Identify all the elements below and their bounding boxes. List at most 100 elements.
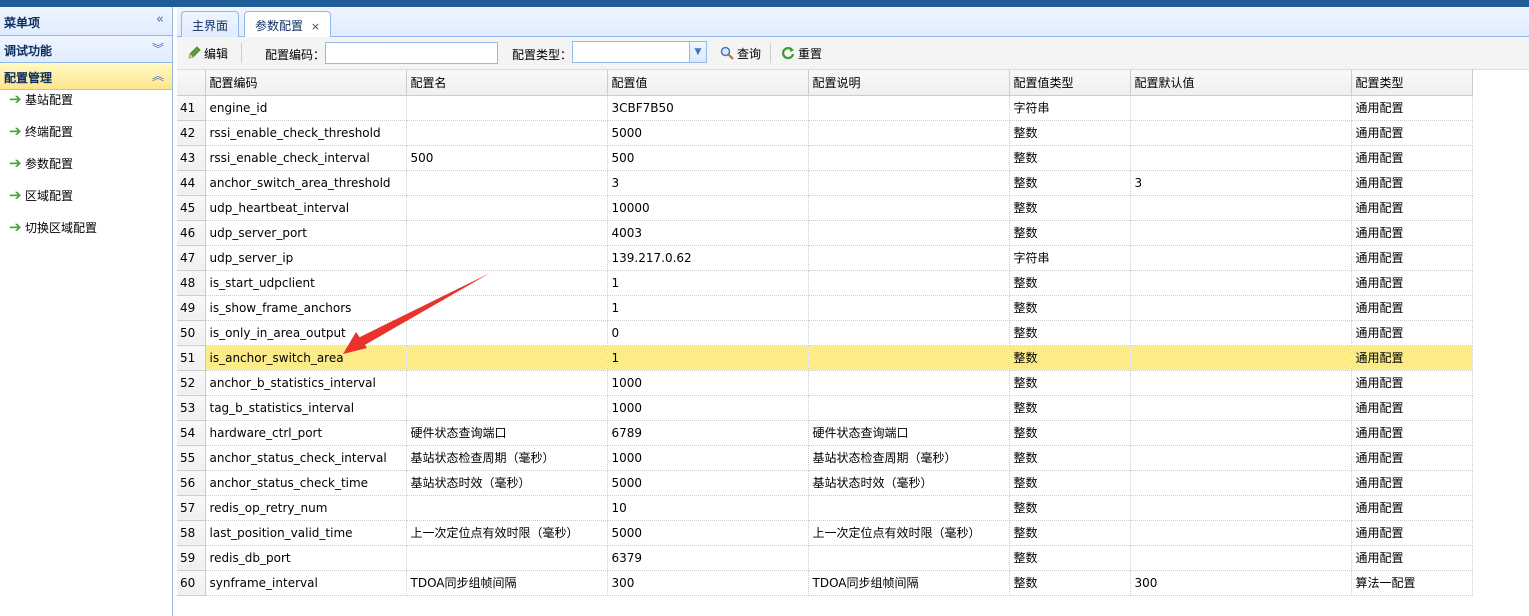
table-cell[interactable]: 基站状态检查周期（毫秒） [406, 445, 608, 471]
table-cell[interactable]: 整数 [1009, 295, 1131, 321]
table-cell[interactable]: 通用配置 [1351, 370, 1473, 396]
column-header[interactable]: 配置名 [406, 70, 608, 96]
table-cell[interactable]: 通用配置 [1351, 345, 1473, 371]
table-cell[interactable]: 139.217.0.62 [607, 245, 809, 271]
table-row[interactable]: 56 anchor_status_check_time 基站状态时效（毫秒） 5000… [177, 470, 1473, 496]
table-cell[interactable]: 通用配置 [1351, 495, 1473, 521]
table-cell[interactable]: 500 [607, 145, 809, 171]
table-cell[interactable] [1130, 520, 1352, 546]
column-header[interactable]: 配置说明 [808, 70, 1010, 96]
table-cell[interactable]: redis_op_retry_num [205, 495, 407, 521]
table-cell[interactable]: 整数 [1009, 420, 1131, 446]
table-cell[interactable] [1130, 345, 1352, 371]
table-cell[interactable]: 硬件状态查询端口 [808, 420, 1010, 446]
table-cell[interactable]: 上一次定位点有效时限（毫秒） [808, 520, 1010, 546]
table-cell[interactable] [1130, 395, 1352, 421]
table-cell[interactable] [1130, 370, 1352, 396]
table-row[interactable]: 44 anchor_switch_area_threshold 3 整数 3 通用配置 [177, 170, 1473, 196]
table-cell[interactable] [1130, 145, 1352, 171]
table-cell[interactable] [808, 270, 1010, 296]
table-cell[interactable]: 字符串 [1009, 95, 1131, 121]
sidebar-item-param-config[interactable]: ➔ 参数配置 [0, 154, 172, 186]
tab-home[interactable]: 主界面 [181, 11, 240, 37]
table-row[interactable]: 45 udp_heartbeat_interval 10000 整数 通用配置 [177, 195, 1473, 221]
table-cell[interactable]: 通用配置 [1351, 220, 1473, 246]
table-cell[interactable]: 字符串 [1009, 245, 1131, 271]
table-cell[interactable]: tag_b_statistics_interval [205, 395, 407, 421]
table-cell[interactable] [1130, 120, 1352, 146]
table-row[interactable]: 53 tag_b_statistics_interval 1000 整数 通用配置 [177, 395, 1473, 421]
table-cell[interactable]: 1 [607, 270, 809, 296]
table-cell[interactable]: 10000 [607, 195, 809, 221]
table-cell[interactable] [808, 370, 1010, 396]
table-cell[interactable]: 1 [607, 345, 809, 371]
table-cell[interactable]: hardware_ctrl_port [205, 420, 407, 446]
expand-icon[interactable]: ︾ [152, 40, 164, 57]
table-cell[interactable] [808, 220, 1010, 246]
table-row[interactable]: 57 redis_op_retry_num 10 整数 通用配置 [177, 495, 1473, 521]
chevron-down-icon[interactable]: ▼ [689, 42, 706, 62]
table-cell[interactable]: TDOA同步组帧间隔 [808, 570, 1010, 596]
table-cell[interactable]: 整数 [1009, 570, 1131, 596]
table-cell[interactable]: 6379 [607, 545, 809, 571]
table-cell[interactable]: 1000 [607, 370, 809, 396]
table-row[interactable]: 50 is_only_in_area_output 0 整数 通用配置 [177, 320, 1473, 346]
config-type-select[interactable]: ▼ [572, 41, 707, 63]
table-cell[interactable]: 整数 [1009, 520, 1131, 546]
table-cell[interactable] [1130, 270, 1352, 296]
table-row[interactable]: 59 redis_db_port 6379 整数 通用配置 [177, 545, 1473, 571]
table-row[interactable]: 51 is_anchor_switch_area 1 整数 通用配置 [177, 345, 1473, 371]
table-cell[interactable] [406, 345, 608, 371]
table-cell[interactable] [1130, 295, 1352, 321]
table-cell[interactable] [808, 95, 1010, 121]
table-cell[interactable]: 通用配置 [1351, 170, 1473, 196]
column-header[interactable]: 配置值类型 [1009, 70, 1131, 96]
table-cell[interactable]: 1000 [607, 445, 809, 471]
table-cell[interactable] [808, 320, 1010, 346]
search-button[interactable]: 查询 [720, 45, 761, 62]
table-cell[interactable]: 3 [1130, 170, 1352, 196]
table-row[interactable]: 54 hardware_ctrl_port 硬件状态查询端口 6789 硬件状态查询端口… [177, 420, 1473, 446]
sidebar-item-terminal-config[interactable]: ➔ 终端配置 [0, 122, 172, 154]
table-cell[interactable] [406, 495, 608, 521]
table-row[interactable]: 55 anchor_status_check_interval 基站状态检查周期（毫… [177, 445, 1473, 471]
table-cell[interactable]: 整数 [1009, 370, 1131, 396]
table-cell[interactable]: 整数 [1009, 270, 1131, 296]
table-row[interactable]: 43 rssi_enable_check_interval 500 500 整数 通用配置 [177, 145, 1473, 171]
table-cell[interactable] [406, 195, 608, 221]
table-cell[interactable]: 整数 [1009, 170, 1131, 196]
table-cell[interactable]: 基站状态时效（毫秒） [406, 470, 608, 496]
table-cell[interactable] [808, 120, 1010, 146]
edit-button[interactable]: 编辑 [187, 45, 228, 62]
table-cell[interactable]: 整数 [1009, 320, 1131, 346]
table-cell[interactable]: is_show_frame_anchors [205, 295, 407, 321]
table-cell[interactable]: 通用配置 [1351, 295, 1473, 321]
table-cell[interactable] [406, 95, 608, 121]
table-cell[interactable]: 基站状态检查周期（毫秒） [808, 445, 1010, 471]
table-cell[interactable]: anchor_switch_area_threshold [205, 170, 407, 196]
table-cell[interactable] [406, 545, 608, 571]
table-cell[interactable]: 整数 [1009, 220, 1131, 246]
table-cell[interactable]: 6789 [607, 420, 809, 446]
table-row[interactable]: 60 synframe_interval TDOA同步组帧间隔 300 TDOA同步组帧… [177, 570, 1473, 596]
table-row[interactable]: 58 last_position_valid_time 上一次定位点有效时限（毫秒）… [177, 520, 1473, 546]
table-cell[interactable]: rssi_enable_check_interval [205, 145, 407, 171]
table-cell[interactable] [1130, 195, 1352, 221]
table-cell[interactable]: 300 [1130, 570, 1352, 596]
table-cell[interactable] [406, 320, 608, 346]
table-cell[interactable] [1130, 420, 1352, 446]
table-cell[interactable] [406, 245, 608, 271]
reset-button[interactable]: 重置 [781, 45, 822, 62]
table-cell[interactable]: 通用配置 [1351, 420, 1473, 446]
config-code-input[interactable] [325, 42, 498, 64]
table-cell[interactable] [406, 295, 608, 321]
table-cell[interactable]: is_start_udpclient [205, 270, 407, 296]
table-cell[interactable] [1130, 445, 1352, 471]
table-cell[interactable]: engine_id [205, 95, 407, 121]
table-cell[interactable] [406, 220, 608, 246]
table-cell[interactable] [808, 170, 1010, 196]
table-cell[interactable] [808, 495, 1010, 521]
table-cell[interactable] [406, 270, 608, 296]
sidebar-item-switch-area-config[interactable]: ➔ 切换区域配置 [0, 218, 172, 250]
table-row[interactable]: 47 udp_server_ip 139.217.0.62 字符串 通用配置 [177, 245, 1473, 271]
